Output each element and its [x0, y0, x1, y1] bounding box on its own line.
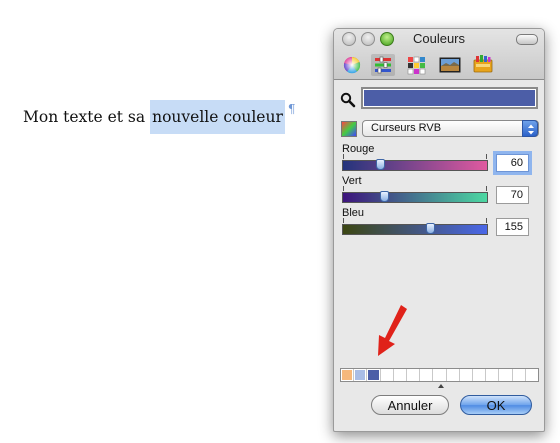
paragraph-mark: ¶ [287, 102, 296, 116]
toolbar-toggle-button[interactable] [516, 34, 538, 45]
swatch-cell[interactable] [367, 369, 381, 381]
swatch-cell[interactable] [526, 369, 538, 381]
swatch-cell[interactable] [513, 369, 526, 381]
tray-resize-handle[interactable] [438, 384, 444, 388]
swatch-cell[interactable] [499, 369, 513, 381]
blue-value-field[interactable]: 155 [496, 218, 529, 236]
swatch-cell[interactable] [420, 369, 434, 381]
color-palettes-icon[interactable] [405, 54, 429, 76]
swatch-cell[interactable] [460, 369, 474, 381]
crayons-icon[interactable] [471, 54, 495, 76]
document-plain-text: Mon texte et sa [23, 108, 146, 126]
image-palettes-icon[interactable] [438, 54, 462, 76]
title-bar[interactable]: Couleurs [334, 29, 544, 80]
slider-mode-value: Curseurs RVB [371, 122, 442, 134]
colors-panel: Couleurs Curseurs RVB Rouge 60 Vert 70 B… [333, 28, 545, 432]
swatch-cell[interactable] [433, 369, 447, 381]
blue-slider[interactable] [342, 218, 488, 235]
green-value-field[interactable]: 70 [496, 186, 529, 204]
red-arrow-annotation [378, 305, 407, 356]
red-value-field[interactable]: 60 [496, 154, 529, 172]
color-picker-mode-icon [341, 121, 357, 137]
color-swatch-tray[interactable] [340, 368, 539, 382]
red-slider-knob[interactable] [375, 159, 385, 170]
color-sliders-icon[interactable] [371, 54, 395, 76]
swatch-cell[interactable] [473, 369, 487, 381]
red-slider-label: Rouge [342, 143, 375, 155]
swatch-cell[interactable] [447, 369, 460, 381]
green-slider-label: Vert [342, 175, 362, 187]
slider-mode-select[interactable]: Curseurs RVB [362, 120, 539, 137]
document-text: Mon texte et sa nouvelle couleur ¶ [23, 100, 296, 134]
window-title: Couleurs [412, 31, 466, 46]
swatch-cell[interactable] [354, 369, 368, 381]
blue-slider-knob[interactable] [425, 223, 435, 234]
swatch-cell[interactable] [394, 369, 408, 381]
swatch-cell[interactable] [407, 369, 421, 381]
ok-button[interactable]: OK [460, 395, 532, 415]
magnifier-icon[interactable] [340, 92, 356, 108]
green-slider-knob[interactable] [379, 191, 389, 202]
current-color-well[interactable] [361, 87, 538, 109]
cancel-button[interactable]: Annuler [371, 395, 449, 415]
blue-slider-label: Bleu [342, 207, 365, 219]
swatch-cell[interactable] [486, 369, 500, 381]
green-slider[interactable] [342, 186, 488, 203]
chevron-updown-icon [522, 120, 538, 137]
color-wheel-icon[interactable] [340, 54, 364, 76]
swatch-cell[interactable] [341, 369, 355, 381]
selected-text[interactable]: nouvelle couleur [150, 100, 285, 134]
swatch-cell[interactable] [381, 369, 394, 381]
red-slider[interactable] [342, 154, 488, 171]
